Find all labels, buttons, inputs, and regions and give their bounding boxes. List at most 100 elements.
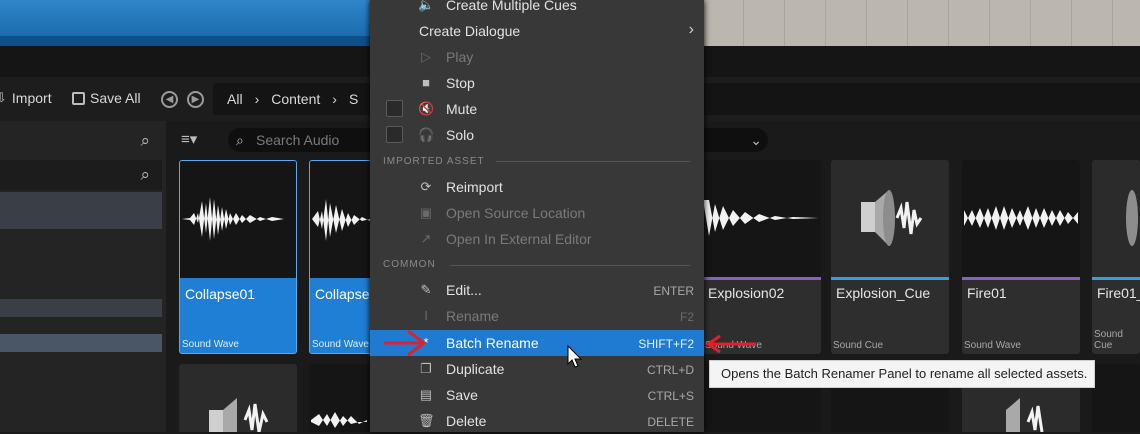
asset-name: Fire01_ <box>1097 285 1140 301</box>
menu-item-edit[interactable]: ✎ Edit... ENTER <box>370 277 704 303</box>
section-header-imported-asset: IMPORTED ASSET <box>383 156 485 167</box>
pencil-icon: ✎ <box>420 282 432 297</box>
menu-item-label: Open Source Location <box>446 205 586 221</box>
section-divider <box>450 265 690 266</box>
menu-item-shortcut: DELETE <box>647 415 694 429</box>
asset-type-bar <box>1092 277 1140 280</box>
menu-item-mute[interactable]: 🔇 Mute <box>370 96 704 122</box>
sources-panel: ⌕ ⌕ <box>0 121 166 432</box>
waveform-thumbnail <box>703 160 821 277</box>
asset-type: Sound Wave <box>182 339 239 350</box>
menu-item-label: Mute <box>446 101 478 117</box>
search-icon[interactable]: ⌕ <box>140 131 150 151</box>
import-icon: ⇩ <box>0 90 7 105</box>
asset-type: Sound Cue <box>1094 329 1123 351</box>
menu-item-solo[interactable]: 🎧 Solo <box>370 122 704 148</box>
import-button[interactable]: ⇩ Import <box>0 90 52 106</box>
asset-name: Fire01 <box>967 285 1007 301</box>
breadcrumb-content[interactable]: Content <box>271 91 320 107</box>
menu-item-label: Create Dialogue <box>419 23 521 39</box>
folder-row[interactable] <box>0 299 162 317</box>
reimport-icon: ⟳ <box>420 179 432 194</box>
sources-search-field[interactable] <box>0 160 162 190</box>
menu-item-label: Duplicate <box>446 361 505 377</box>
menu-item-label: Stop <box>446 75 475 91</box>
chevron-right-icon: › <box>254 91 260 107</box>
save-icon <box>72 91 85 105</box>
menu-item-reimport[interactable]: ⟳ Reimport <box>370 174 704 200</box>
play-icon: ▷ <box>421 49 431 64</box>
annotation-arrow-left <box>705 334 756 354</box>
asset-tile[interactable]: Fire01_ Sound Cue <box>1092 160 1140 354</box>
menu-item-save[interactable]: ▤ Save CTRL+S <box>370 382 704 408</box>
search-icon: ⌕ <box>236 132 244 148</box>
asset-type: Sound Cue <box>833 340 884 351</box>
menu-item-open-external-editor[interactable]: ↗ Open In External Editor <box>370 226 704 252</box>
menu-item-label: Play <box>446 49 474 65</box>
asset-name: Explosion02 <box>708 285 785 301</box>
external-link-icon: ↗ <box>420 231 432 246</box>
menu-item-stop[interactable]: ■ Stop <box>370 70 704 96</box>
filter-icon[interactable]: ≡▾ <box>181 130 197 148</box>
search-icon[interactable]: ⌕ <box>140 165 150 185</box>
save-all-label: Save All <box>90 90 141 106</box>
breadcrumb-all[interactable]: All <box>227 91 243 107</box>
mouse-cursor-icon <box>567 345 583 368</box>
viewport-ground <box>703 0 1140 46</box>
back-arrow-icon[interactable]: ◀ <box>161 91 178 108</box>
menu-item-play[interactable]: ▷ Play <box>370 44 704 70</box>
asset-type-bar <box>962 277 1080 280</box>
menu-item-create-multiple-cues[interactable]: 🔈 Create Multiple Cues <box>370 0 704 18</box>
menu-item-label: Edit... <box>446 282 482 298</box>
asset-type: Sound Wave <box>964 340 1021 351</box>
folder-row-selected[interactable] <box>0 334 162 352</box>
asset-tile[interactable]: Fire01 Sound Wave <box>962 160 1080 354</box>
chevron-down-icon[interactable]: ⌄ <box>750 128 762 152</box>
speaker-icon <box>831 160 949 277</box>
context-menu: 🔈 Create Multiple Cues Create Dialogue ›… <box>370 0 704 432</box>
menu-item-shortcut: CTRL+D <box>646 363 694 377</box>
menu-item-shortcut: CTRL+S <box>647 389 694 403</box>
menu-item-label: Solo <box>446 127 475 143</box>
menu-item-shortcut: SHIFT+F2 <box>638 337 694 351</box>
folder-row[interactable] <box>0 192 162 229</box>
breadcrumb-folder[interactable]: S <box>349 91 358 107</box>
menu-item-label: Reimport <box>446 179 503 195</box>
asset-tile[interactable]: Collapse01 Sound Wave <box>179 160 297 354</box>
asset-tile[interactable] <box>179 364 297 432</box>
menu-item-open-source-location[interactable]: ▣ Open Source Location <box>370 200 704 226</box>
menu-item-label: Batch Rename <box>446 335 539 351</box>
forward-arrow-icon[interactable]: ▶ <box>187 91 204 108</box>
asset-type-bar <box>703 277 821 280</box>
menu-item-label: Rename <box>446 308 499 324</box>
menu-item-create-dialogue[interactable]: Create Dialogue › <box>370 18 704 44</box>
rename-icon: I <box>424 308 428 323</box>
menu-item-label: Open In External Editor <box>446 231 592 247</box>
chevron-right-icon: › <box>688 21 694 38</box>
speaker-icon <box>209 398 269 432</box>
import-label: Import <box>11 90 52 106</box>
section-header-common: COMMON <box>383 259 436 270</box>
speaker-icon: 🔈 <box>418 0 435 12</box>
duplicate-icon: ❐ <box>420 361 432 376</box>
sources-header <box>0 121 162 158</box>
menu-item-label: Create Multiple Cues <box>446 0 577 13</box>
menu-item-shortcut: ENTER <box>653 284 694 298</box>
menu-item-delete[interactable]: 🗑 Delete DELETE <box>370 408 704 434</box>
asset-tile[interactable]: Explosion_Cue Sound Cue <box>831 160 949 354</box>
mute-icon: 🔇 <box>418 101 435 116</box>
section-divider <box>496 161 690 162</box>
asset-tile[interactable]: Explosion02 Sound Wave <box>703 160 821 354</box>
save-icon: ▤ <box>419 387 433 402</box>
asset-name: Collapse0 <box>315 286 378 302</box>
asset-name: Explosion_Cue <box>836 285 931 301</box>
chevron-right-icon: › <box>332 91 337 107</box>
speaker-icon <box>1092 160 1140 277</box>
search-placeholder: Search Audio <box>256 132 340 148</box>
waveform-thumbnail <box>962 160 1080 277</box>
asset-type-bar <box>831 277 949 280</box>
save-all-button[interactable]: Save All <box>72 90 141 106</box>
menu-item-label: Delete <box>446 413 487 429</box>
asset-name: Collapse01 <box>185 286 256 302</box>
asset-tile[interactable] <box>1092 364 1140 432</box>
